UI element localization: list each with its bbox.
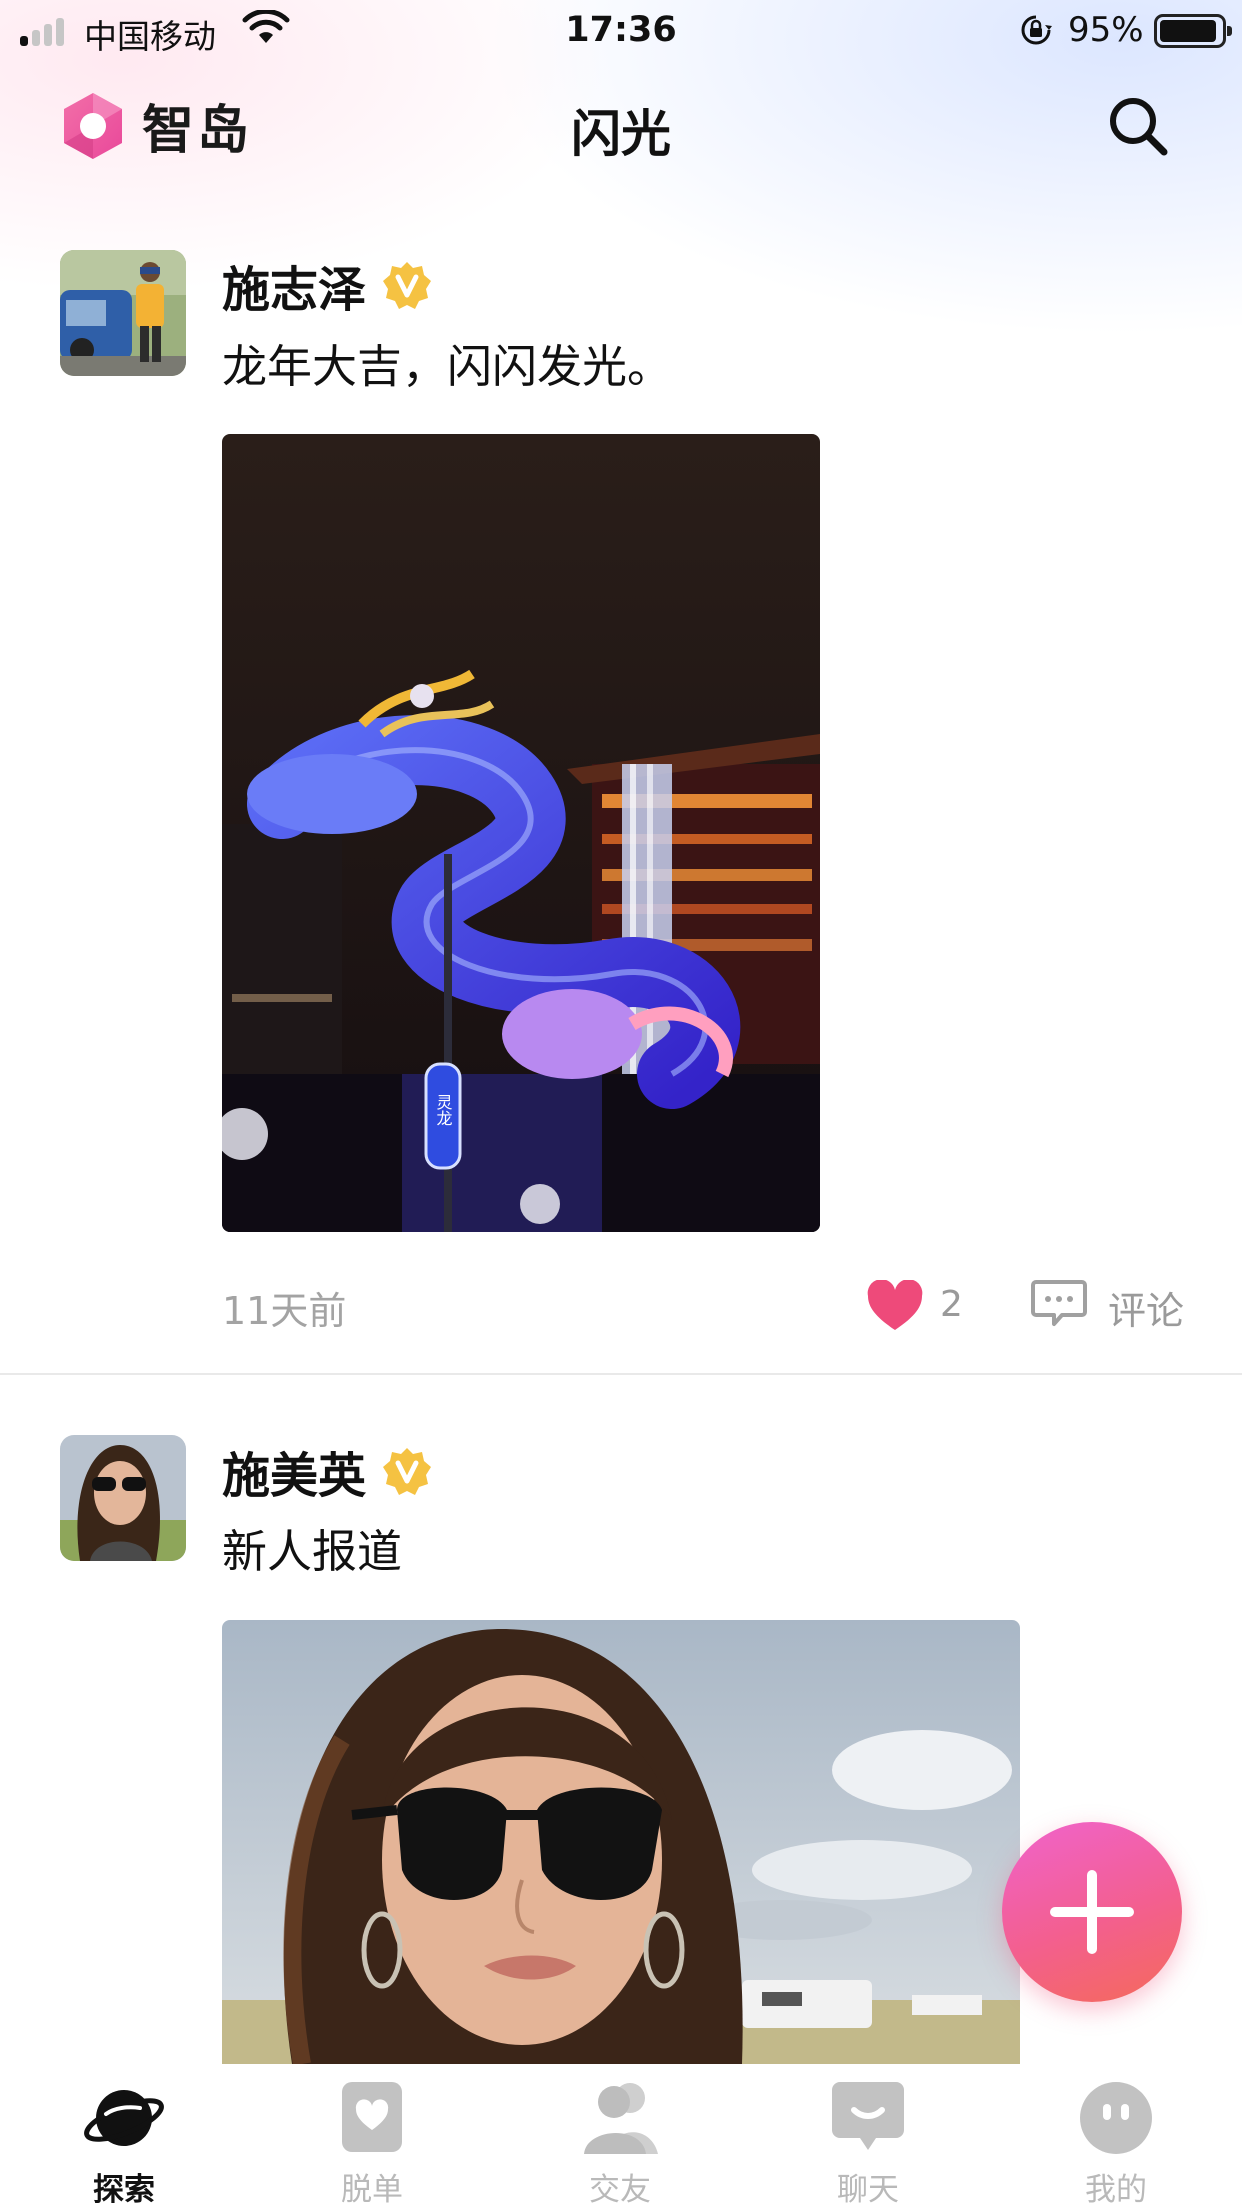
tab-label: 探索: [93, 2172, 155, 2208]
lantern-sign-text: 灵龙: [434, 1094, 453, 1126]
create-post-button[interactable]: [1002, 1822, 1182, 2002]
post-text: 新人报道: [222, 1525, 403, 1578]
top-nav: 智岛 闪光: [0, 80, 1242, 172]
tab-label: 聊天: [837, 2172, 899, 2208]
friends-icon: [584, 2083, 658, 2154]
username[interactable]: 施志泽: [222, 250, 366, 320]
plus-icon: [1050, 1870, 1134, 1954]
tab-label: 交友: [589, 2172, 651, 2208]
tab-label: 我的: [1085, 2172, 1147, 2208]
post-text: 龙年大吉，闪闪发光。: [222, 340, 673, 393]
tab-me[interactable]: 我的: [992, 2064, 1240, 2208]
bottom-tab-bar: 探索 脱单 交友 聊天 我的: [0, 2064, 1242, 2208]
tab-chat[interactable]: 聊天: [744, 2064, 992, 2208]
post-author-row: 施美英: [222, 1436, 432, 1506]
search-icon[interactable]: [1106, 94, 1172, 160]
comment-button[interactable]: 评论: [1108, 1280, 1184, 1335]
orientation-lock-icon: [1021, 15, 1052, 45]
post-time: 11天前: [222, 1289, 347, 1333]
like-count: 2: [940, 1284, 963, 1325]
face-icon: [1080, 2082, 1152, 2154]
tab-explore[interactable]: 探索: [0, 2064, 248, 2208]
username[interactable]: 施美英: [222, 1436, 366, 1506]
planet-icon: [84, 2090, 164, 2146]
comment-icon[interactable]: [1030, 1278, 1088, 1328]
battery-level-fill: [1160, 20, 1217, 42]
tab-dating[interactable]: 脱单: [248, 2064, 496, 2208]
post-divider: [0, 1373, 1242, 1375]
avatar[interactable]: [60, 1435, 186, 1561]
battery-percent: 95%: [1068, 10, 1144, 50]
chat-bubble-icon: [832, 2082, 904, 2150]
avatar[interactable]: [60, 250, 186, 376]
post-author-row: 施志泽: [222, 250, 432, 320]
heart-card-icon: [342, 2082, 402, 2152]
screen: 中国移动 17:36 95% 智岛 闪光 施志泽 龙年大吉，闪闪发光。 灵龙 1…: [0, 0, 1242, 2208]
battery-icon: [1154, 14, 1232, 48]
status-bar: 中国移动 17:36 95%: [0, 0, 1242, 62]
post-photo[interactable]: [222, 1620, 1020, 2064]
heart-icon[interactable]: [866, 1280, 924, 1332]
tab-label: 脱单: [341, 2172, 403, 2208]
verified-badge-icon: [383, 1448, 432, 1495]
post-photo[interactable]: 灵龙: [222, 434, 820, 1232]
tab-friends[interactable]: 交友: [496, 2064, 744, 2208]
verified-badge-icon: [383, 262, 432, 309]
status-time: 17:36: [565, 10, 677, 50]
page-title: 闪光: [571, 105, 671, 163]
